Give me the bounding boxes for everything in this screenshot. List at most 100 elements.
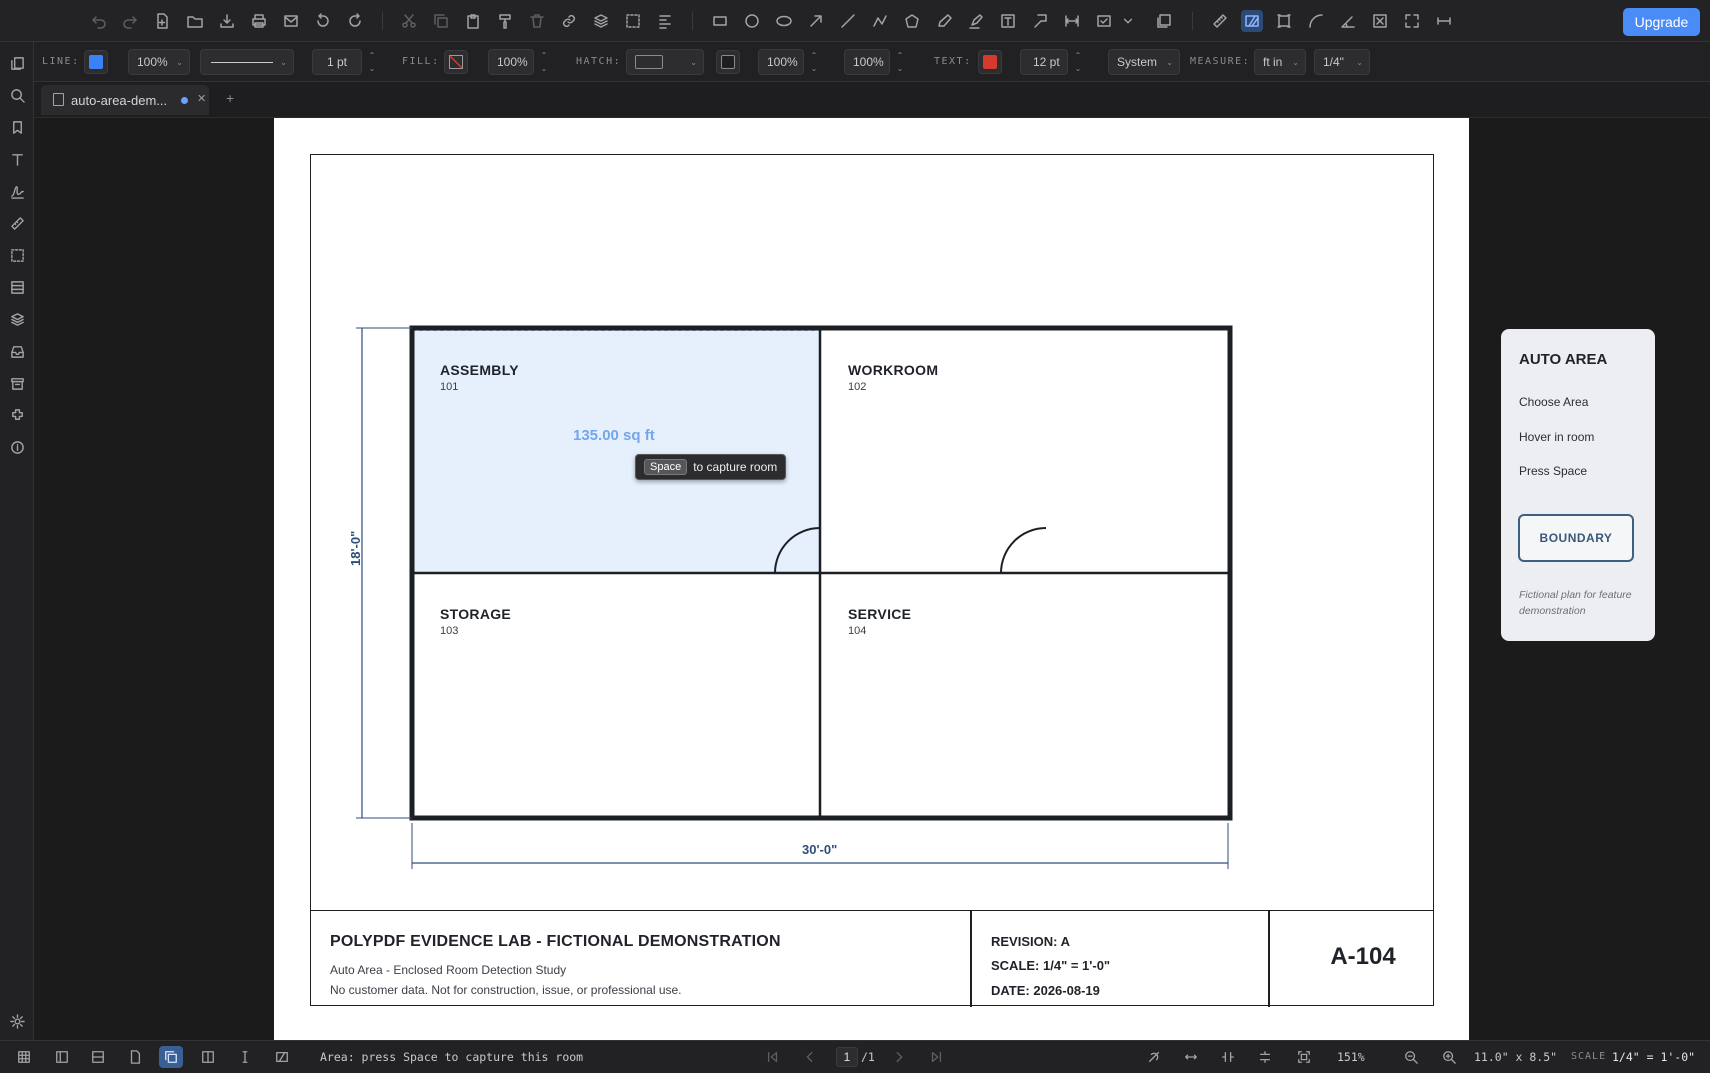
continuous-scroll-icon[interactable] (159, 1046, 183, 1068)
circle-tool-icon[interactable] (741, 10, 763, 32)
chevron-down-icon[interactable]: ⌄ (806, 62, 822, 75)
split-horizontal-icon[interactable] (86, 1046, 110, 1068)
chevron-up-icon[interactable]: ⌃ (1070, 49, 1086, 62)
count-measure-icon[interactable] (1369, 10, 1391, 32)
area-measure-icon[interactable] (1241, 10, 1263, 32)
marquee-select-icon[interactable] (622, 10, 644, 32)
rectangle-tool-icon[interactable] (709, 10, 731, 32)
zoom-in-icon[interactable] (1437, 1046, 1461, 1068)
hatch-opacity-input[interactable]: 100% (758, 49, 804, 75)
chevron-down-icon[interactable]: ⌄ (536, 62, 552, 75)
hatch-color-swatch[interactable] (716, 50, 740, 74)
download-icon[interactable] (216, 10, 238, 32)
paste-icon[interactable] (462, 10, 484, 32)
hatch-scale-input[interactable]: 100% (844, 49, 890, 75)
pages-icon[interactable] (6, 52, 28, 74)
single-page-icon[interactable] (123, 1046, 147, 1068)
trash-icon[interactable] (526, 10, 548, 32)
text-icon[interactable] (6, 148, 28, 170)
chevron-up-icon[interactable]: ⌃ (806, 49, 822, 62)
grid-view-icon[interactable] (12, 1046, 36, 1068)
open-folder-icon[interactable] (184, 10, 206, 32)
callout-tool-icon[interactable] (1029, 10, 1051, 32)
hatch-pattern-select[interactable]: ⌄ (626, 49, 704, 75)
previous-page-icon[interactable] (798, 1046, 822, 1068)
first-page-icon[interactable] (761, 1046, 785, 1068)
fit-height-icon[interactable] (1253, 1046, 1277, 1068)
fit-width-icon[interactable] (1179, 1046, 1203, 1068)
link-icon[interactable] (558, 10, 580, 32)
line-opacity-select[interactable]: 100% ⌄ (128, 49, 190, 75)
boundary-button[interactable]: BOUNDARY (1518, 514, 1634, 562)
perimeter-measure-icon[interactable] (1273, 10, 1295, 32)
text-color-swatch[interactable] (978, 50, 1002, 74)
align-icon[interactable] (654, 10, 676, 32)
line-width-input[interactable]: 1 pt (312, 49, 362, 75)
dimension-tool-icon[interactable] (1061, 10, 1083, 32)
polyline-tool-icon[interactable] (869, 10, 891, 32)
info-icon[interactable] (6, 436, 28, 458)
hatch-opacity-stepper[interactable]: ⌃ ⌄ (806, 49, 822, 75)
measure-scale-select[interactable]: 1/4" ⌄ (1314, 49, 1370, 75)
page-number-input[interactable]: 1 (836, 1047, 858, 1067)
last-page-icon[interactable] (924, 1046, 948, 1068)
fill-opacity-input[interactable]: 100% (488, 49, 534, 75)
measure-unit-select[interactable]: ft in ⌄ (1254, 49, 1306, 75)
area-tool-status-icon[interactable] (270, 1046, 294, 1068)
text-size-input[interactable]: 12 pt (1020, 49, 1068, 75)
new-file-icon[interactable] (151, 10, 173, 32)
text-cursor-icon[interactable] (233, 1046, 257, 1068)
next-page-icon[interactable] (887, 1046, 911, 1068)
fit-page-width-icon[interactable] (1216, 1046, 1240, 1068)
archive-icon[interactable] (6, 372, 28, 394)
layers-panel-icon[interactable] (6, 308, 28, 330)
text-box-tool-icon[interactable] (997, 10, 1019, 32)
measure-icon[interactable] (6, 212, 28, 234)
signature-icon[interactable] (6, 180, 28, 202)
sidebar-toggle-icon[interactable] (50, 1046, 74, 1068)
stamp-tool-icon[interactable] (1093, 10, 1115, 32)
close-icon[interactable]: ✕ (197, 92, 206, 105)
arc-measure-icon[interactable] (1305, 10, 1327, 32)
angle-measure-icon[interactable] (1337, 10, 1359, 32)
ruler-measure-icon[interactable] (1209, 10, 1231, 32)
rotate-left-icon[interactable] (312, 10, 334, 32)
calibrate-icon[interactable] (1433, 10, 1455, 32)
chevron-down-icon[interactable]: ⌄ (892, 62, 908, 75)
redo-icon[interactable] (119, 10, 141, 32)
document-canvas[interactable]: ASSEMBLY 101 WORKROOM 102 STORAGE 103 SE… (34, 118, 1710, 1040)
chevron-up-icon[interactable]: ⌃ (892, 49, 908, 62)
pdf-page[interactable]: ASSEMBLY 101 WORKROOM 102 STORAGE 103 SE… (274, 118, 1655, 1040)
fill-color-swatch[interactable] (444, 50, 468, 74)
font-select[interactable]: System ⌄ (1108, 49, 1180, 75)
rotate-right-icon[interactable] (344, 10, 366, 32)
upgrade-button[interactable]: Upgrade (1623, 8, 1700, 36)
form-icon[interactable] (6, 276, 28, 298)
polygon-tool-icon[interactable] (901, 10, 923, 32)
add-tab-icon[interactable]: + (226, 90, 234, 106)
fullscreen-icon[interactable] (1401, 10, 1423, 32)
highlighter-tool-icon[interactable] (965, 10, 987, 32)
chevron-down-icon[interactable]: ⌄ (364, 62, 380, 75)
snap-icon[interactable] (1142, 1046, 1166, 1068)
line-style-select[interactable]: ⌄ (200, 49, 294, 75)
mail-icon[interactable] (280, 10, 302, 32)
chevron-down-icon[interactable]: ⌄ (1070, 62, 1086, 75)
layers-icon[interactable] (590, 10, 612, 32)
cut-icon[interactable] (398, 10, 420, 32)
fit-page-icon[interactable] (1292, 1046, 1316, 1068)
zoom-out-icon[interactable] (1399, 1046, 1423, 1068)
line-tool-icon[interactable] (837, 10, 859, 32)
hatch-scale-stepper[interactable]: ⌃ ⌄ (892, 49, 908, 75)
inbox-icon[interactable] (6, 340, 28, 362)
fill-opacity-stepper[interactable]: ⌃ ⌄ (536, 49, 552, 75)
search-icon[interactable] (6, 84, 28, 106)
chevron-up-icon[interactable]: ⌃ (364, 49, 380, 62)
arrow-tool-icon[interactable] (805, 10, 827, 32)
chevron-down-icon[interactable] (1121, 10, 1135, 32)
zoom-level[interactable]: 151% (1337, 1050, 1365, 1064)
print-icon[interactable] (248, 10, 270, 32)
pencil-tool-icon[interactable] (933, 10, 955, 32)
copy-icon[interactable] (430, 10, 452, 32)
two-page-icon[interactable] (196, 1046, 220, 1068)
